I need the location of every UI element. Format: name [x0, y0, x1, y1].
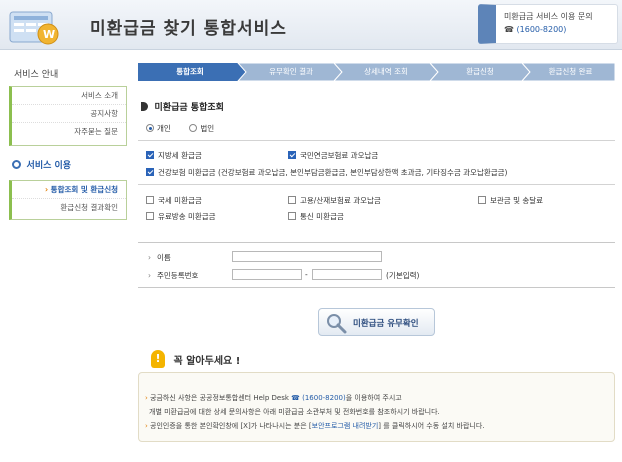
- checkbox-pension[interactable]: 국민연금보험료 과오납금: [288, 150, 378, 161]
- arrow-right-icon: ›: [44, 185, 49, 194]
- notice-helpdesk-phone: (1600-8200): [302, 394, 346, 402]
- contact-label: 미환급금 서비스 이용 문의: [504, 12, 593, 21]
- step-5: 환급신청 완료: [548, 67, 593, 76]
- radio-corporate-label: 법인: [200, 124, 215, 133]
- checkbox-local-tax[interactable]: 지방세 환급금: [146, 150, 202, 161]
- magnifier-icon: [327, 314, 347, 334]
- checkbox-deposit-control[interactable]: [478, 196, 486, 204]
- radio-personal-label: 개인: [157, 124, 171, 133]
- bullet-icon: ›: [145, 394, 148, 402]
- notice-heading: ! 꼭 알아두세요 !: [151, 350, 240, 368]
- notice-title: 꼭 알아두세요 !: [173, 355, 241, 367]
- checkbox-employment[interactable]: 고용/산재보험료 과오납금: [288, 195, 381, 206]
- page-title: 미환급금 찾기 통합서비스: [90, 19, 287, 39]
- sidebar-guide-box: 서비스 소개 공지사항 자주묻는 질문: [9, 86, 127, 146]
- checkbox-health[interactable]: 건강보험 미환급금 (건강보험료 과오납금, 본인부담금환급금, 본인부담상한액…: [146, 167, 507, 178]
- sidebar-item-notice[interactable]: 공지사항: [12, 105, 126, 123]
- checkbox-deposit[interactable]: 보관금 및 송달료: [478, 195, 543, 206]
- sidebar-item-result[interactable]: 환급신청 결과확인: [12, 199, 126, 216]
- checkbox-national-tax[interactable]: 국세 미환급금: [146, 195, 202, 206]
- rrn-back-input[interactable]: [312, 269, 382, 280]
- name-row-label: › 이름: [148, 252, 171, 263]
- step-bar: 통합조회 유무확인 결과 상세내역 조회 환급신청 환급신청 완료: [138, 63, 615, 81]
- notice-line-2: 개별 미환급금에 대한 상세 문의사항은 아래 미환급금 소관부처 및 전화번호…: [149, 408, 440, 416]
- rrn-label: 주민등록번호: [157, 271, 199, 280]
- inquiry-heading: 미환급금 통합조회: [141, 100, 224, 113]
- checkbox-local-tax-control[interactable]: [146, 151, 154, 159]
- phone-icon: ☎: [504, 25, 514, 34]
- sidebar-item-inquiry-label: 통합조회 및 환급신청: [50, 185, 118, 194]
- radio-personal[interactable]: 개인: [146, 124, 171, 133]
- step-1: 통합조회: [176, 67, 204, 76]
- step-4: 환급신청: [466, 67, 494, 76]
- checkbox-deposit-label: 보관금 및 송달료: [490, 196, 544, 205]
- check-refund-button[interactable]: 미환급금 유무확인: [318, 308, 435, 336]
- security-download-link[interactable]: 보안프로그램 내려받기: [312, 422, 379, 430]
- sidebar-item-intro[interactable]: 서비스 소개: [12, 87, 126, 105]
- step-3: 상세내역 조회: [364, 67, 408, 76]
- divider: [138, 140, 615, 141]
- sidebar-use-title: 서비스 이용: [26, 161, 72, 171]
- radio-group: 개인 법인: [146, 123, 214, 134]
- checkbox-telecom[interactable]: 통신 미환급금: [288, 211, 344, 222]
- checkbox-local-tax-label: 지방세 환급금: [158, 151, 202, 160]
- phone-icon: ☎: [291, 394, 300, 402]
- contact-phone: (1600-8200): [516, 25, 567, 34]
- radio-personal-control[interactable]: [146, 124, 154, 132]
- sidebar-item-inquiry[interactable]: › 통합조회 및 환급신청: [12, 181, 126, 199]
- bullet-icon: ›: [148, 271, 151, 280]
- notice-box: › 궁금하신 사항은 공공정보통합센터 Help Desk ☎ (1600-82…: [138, 372, 615, 442]
- rrn-front-input[interactable]: [232, 269, 302, 280]
- checkbox-national-tax-control[interactable]: [146, 196, 154, 204]
- checkbox-pension-control[interactable]: [288, 151, 296, 159]
- checkbox-broadcast[interactable]: 유료방송 미환급금: [146, 211, 216, 222]
- sidebar-guide-title: 서비스 안내: [14, 70, 59, 80]
- checkbox-telecom-label: 통신 미환급금: [300, 212, 344, 221]
- contact-box: 미환급금 서비스 이용 문의 ☎ (1600-8200): [478, 4, 618, 44]
- checkbox-broadcast-label: 유료방송 미환급금: [158, 212, 216, 221]
- exclamation-icon: !: [151, 350, 165, 368]
- sidebar-item-faq[interactable]: 자주묻는 질문: [12, 123, 126, 140]
- check-refund-label: 미환급금 유무확인: [353, 319, 419, 329]
- checkbox-employment-control[interactable]: [288, 196, 296, 204]
- checkbox-employment-label: 고용/산재보험료 과오납금: [300, 196, 381, 205]
- bullet-icon: ›: [148, 253, 151, 262]
- header: W 미환급금 찾기 통합서비스 미환급금 서비스 이용 문의 ☎ (1600-8…: [0, 0, 622, 50]
- notice-line-1-end: 을 이용하여 주시고: [345, 394, 402, 402]
- checkbox-broadcast-control[interactable]: [146, 212, 154, 220]
- notice-line-3-text: 공인인증을 통한 본인확인창에 [X]가 나타나시는 분은 [: [150, 422, 312, 430]
- section-bullet-icon: [141, 102, 148, 111]
- rrn-hint: (기본입력): [386, 271, 420, 280]
- notice-line-3-end: ] 를 클릭하시어 수동 설치 바랍니다.: [378, 422, 485, 430]
- step-2: 유무확인 결과: [269, 67, 313, 76]
- radio-corporate[interactable]: 법인: [189, 124, 214, 133]
- sidebar-use-header: 서비스 이용: [12, 158, 71, 171]
- notice-line-3: › 공인인증을 통한 본인확인창에 [X]가 나타나시는 분은 [보안프로그램 …: [145, 421, 485, 431]
- bullet-icon: ›: [145, 422, 148, 430]
- checkbox-national-tax-label: 국세 미환급금: [158, 196, 202, 205]
- name-label: 이름: [157, 253, 171, 262]
- checkbox-health-control[interactable]: [146, 168, 154, 176]
- divider: [138, 184, 615, 185]
- rrn-dash: -: [305, 270, 308, 279]
- target-icon: [12, 160, 21, 169]
- notice-line-1-text: 궁금하신 사항은 공공정보통합센터 Help Desk: [150, 394, 289, 402]
- identity-form: [138, 242, 615, 288]
- notice-line-1: › 궁금하신 사항은 공공정보통합센터 Help Desk ☎ (1600-82…: [145, 393, 402, 403]
- inquiry-title: 미환급금 통합조회: [154, 103, 224, 113]
- svg-text:W: W: [43, 28, 55, 41]
- sidebar-use-box: › 통합조회 및 환급신청 환급신청 결과확인: [9, 180, 127, 220]
- checkbox-health-label: 건강보험 미환급금 (건강보험료 과오납금, 본인부담금환급금, 본인부담상한액…: [158, 168, 508, 177]
- rrn-row-label: › 주민등록번호: [148, 270, 198, 281]
- name-input[interactable]: [232, 251, 382, 262]
- logo-icon: W: [9, 11, 59, 45]
- checkbox-pension-label: 국민연금보험료 과오납금: [300, 151, 379, 160]
- checkbox-telecom-control[interactable]: [288, 212, 296, 220]
- radio-corporate-control[interactable]: [189, 124, 198, 132]
